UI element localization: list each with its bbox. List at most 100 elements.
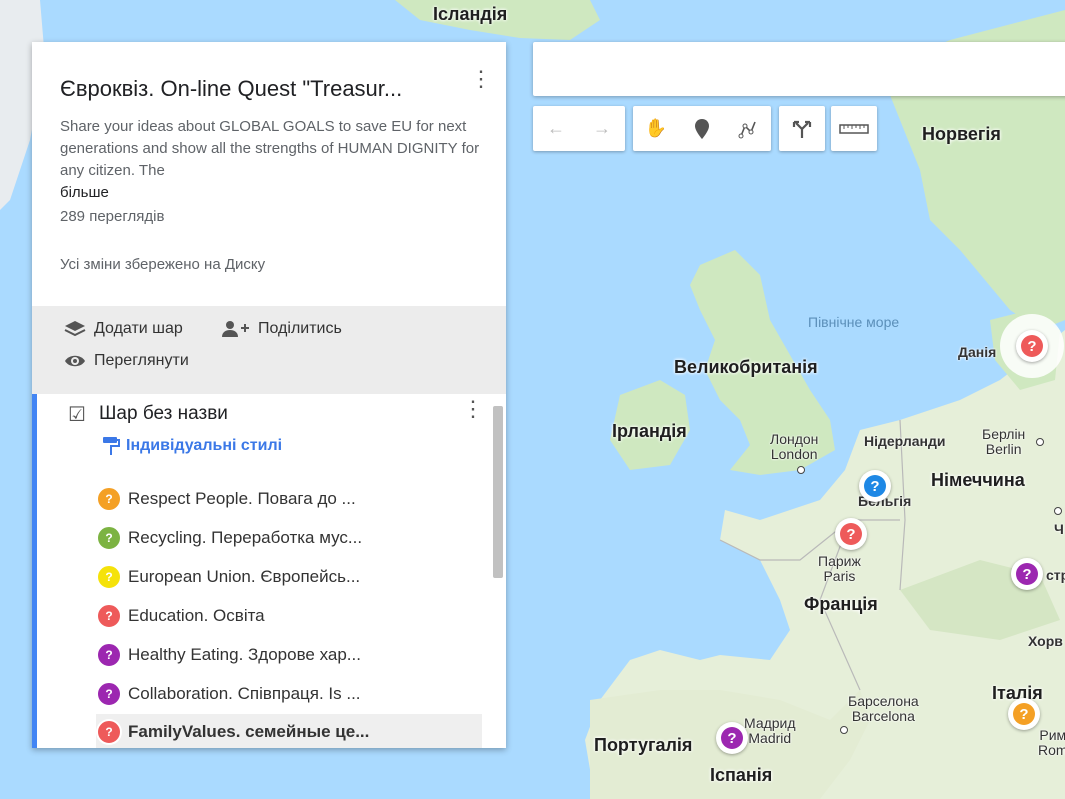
share-label: Поділитись [258,320,342,337]
label-north-sea: Північне море [808,314,900,330]
label-france: Франція [804,594,878,614]
redo-icon: → [593,118,611,138]
list-item-label: Recycling. Переработка мус... [128,528,363,547]
label-great-britain: Великобританія [674,357,818,377]
more-link[interactable]: більше [60,184,109,201]
list-item[interactable]: ? Education. Освіта [96,598,482,634]
view-count: 289 переглядів [60,208,165,225]
question-icon: ? [96,681,122,707]
city-dot-prague [1054,507,1062,515]
add-layer-label: Додати шар [94,320,183,337]
label-berlin: Берлін Berlin [982,426,1026,457]
layer-section: ☑ Шар без назви ⋮ Індивідуальні стилі ? … [32,394,506,748]
hand-icon: ✋ [644,118,668,138]
map-options-menu-icon[interactable]: ⋮ [470,68,492,90]
layer-styles-label: Індивідуальні стилі [126,437,283,454]
question-icon: ? [96,719,122,745]
ruler-icon [839,123,869,134]
label-madrid: Мадрид Madrid [744,715,796,746]
share-button[interactable]: Поділитись [220,320,342,338]
save-status: Усі зміни збережено на Диску [60,256,266,273]
list-item-label: Collaboration. Співпраця. Is ... [128,684,361,703]
redo-button[interactable]: → [579,106,625,151]
city-dot-berlin [1036,438,1044,446]
label-croatia-partial: Хорв [1028,633,1063,649]
question-icon: ? [96,603,122,629]
label-barcelona: Барселона Barcelona [848,693,919,724]
marker-italy[interactable]: ? [1008,698,1040,730]
marker-austria[interactable]: ? [1011,558,1043,590]
list-item-label: Education. Освіта [128,606,265,625]
list-item-label: Healthy Eating. Здорове хар... [128,645,361,664]
preview-label: Переглянути [94,352,189,369]
label-portugal: Португалія [594,735,693,755]
question-icon: ? [1016,563,1038,585]
marker-paris[interactable]: ? [835,518,867,550]
toolbar-tools: ✋ [633,106,771,151]
paint-roller-icon [103,437,120,455]
label-paris: Париж Paris [818,553,861,584]
map-side-panel: Євроквіз. On-line Quest "Treasur... ⋮ Sh… [32,42,506,748]
city-dot-barcelona [840,726,848,734]
list-item[interactable]: ? European Union. Європейсь... [96,559,482,595]
marker-madrid[interactable]: ? [716,722,748,754]
map-title[interactable]: Євроквіз. On-line Quest "Treasur... [60,76,402,102]
marker-denmark[interactable]: ? [1016,330,1048,362]
add-layer-button[interactable]: Додати шар [64,320,183,338]
label-czech-partial: Ч [1054,521,1064,537]
label-norway: Норвегія [922,124,1001,144]
label-rome: Рим Rom [1038,727,1065,758]
search-input[interactable] [533,42,1065,96]
question-icon: ? [96,564,122,590]
label-iceland: Ісландія [433,4,508,24]
list-item[interactable]: ? Recycling. Переработка мус... [96,520,482,556]
question-icon: ? [1021,335,1043,357]
list-item-label: European Union. Європейсь... [128,567,361,586]
layers-icon [64,321,86,337]
question-icon: ? [96,525,122,551]
directions-icon [792,120,812,138]
draw-line-icon [738,121,756,138]
list-item[interactable]: ? Healthy Eating. Здорове хар... [96,637,482,673]
question-icon: ? [1013,703,1035,725]
toolbar-measure [831,106,877,151]
toolbar-history: ← → [533,106,625,151]
undo-button[interactable]: ← [533,106,579,151]
toolbar-directions [779,106,825,151]
list-item[interactable]: ? Collaboration. Співпраця. Is ... [96,676,482,712]
label-netherlands: Нідерланди [864,433,946,449]
measure-button[interactable] [831,106,877,151]
marker-belgium[interactable]: ? [859,470,891,502]
label-london: Лондон London [770,431,819,462]
layer-active-indicator [32,394,37,748]
draw-line-button[interactable] [725,106,771,151]
add-marker-button[interactable] [679,106,725,151]
question-icon: ? [721,727,743,749]
layer-styles-button[interactable]: Індивідуальні стилі [102,436,282,456]
layer-scrollbar[interactable] [493,406,503,578]
label-denmark: Данія [958,344,997,360]
layer-options-menu-icon[interactable]: ⋮ [462,398,484,420]
eye-icon [65,355,85,367]
map-description[interactable]: Share your ideas about GLOBAL GOALS to s… [60,116,480,182]
add-person-icon [222,321,249,337]
directions-button[interactable] [779,106,825,151]
list-item-selected[interactable]: ? FamilyValues. семейные це... [96,714,482,748]
layer-visibility-checkbox[interactable]: ☑ [68,402,86,427]
question-icon: ? [96,486,122,512]
city-dot-london [797,466,805,474]
marker-icon [695,118,709,139]
panel-actions: Додати шар Поділитись Переглянути [32,306,506,394]
label-ireland: Ірландія [612,421,687,441]
layer-name[interactable]: Шар без назви [99,403,228,425]
undo-icon: ← [547,118,565,138]
label-germany: Німеччина [931,470,1025,490]
list-item-label: FamilyValues. семейные це... [128,722,370,741]
question-icon: ? [864,475,886,497]
list-item-label: Respect People. Повага до ... [128,489,356,508]
preview-button[interactable]: Переглянути [64,352,189,370]
hand-tool-button[interactable]: ✋ [633,106,679,151]
list-item[interactable]: ? Respect People. Повага до ... [96,481,482,517]
label-spain: Іспанія [710,765,773,785]
question-icon: ? [840,523,862,545]
